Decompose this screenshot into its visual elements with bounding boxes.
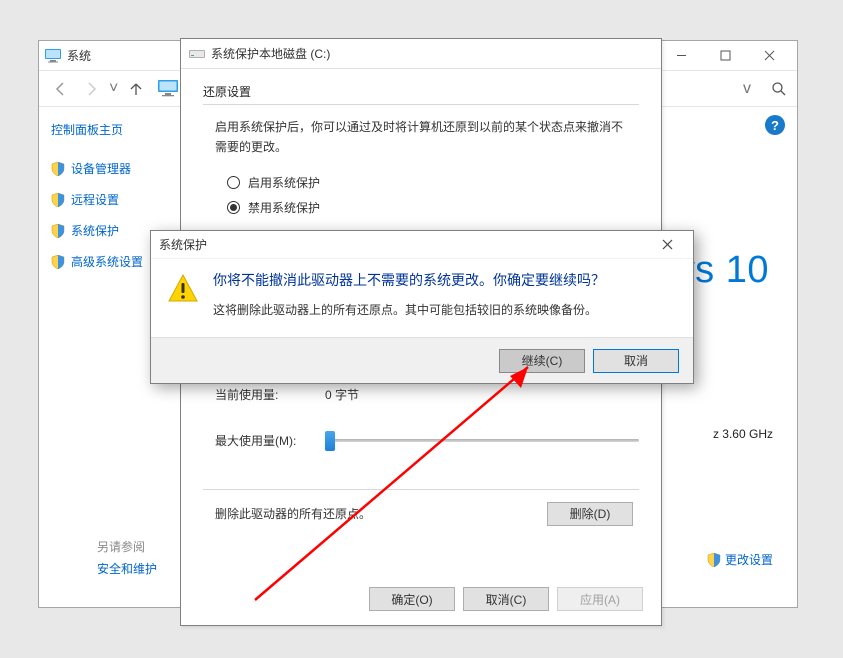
ok-button[interactable]: 确定(O) [369, 587, 455, 611]
minimize-button[interactable] [659, 42, 703, 70]
continue-button[interactable]: 继续(C) [499, 349, 585, 373]
close-button[interactable] [747, 42, 791, 70]
delete-button[interactable]: 删除(D) [547, 502, 633, 526]
radio-label: 启用系统保护 [248, 174, 320, 191]
restore-desc: 启用系统保护后，你可以通过及时将计算机还原到以前的某个状态点来撤消不需要的更改。 [203, 117, 639, 170]
cancel-button[interactable]: 取消(C) [463, 587, 549, 611]
shield-icon [51, 193, 65, 207]
see-also-label: 另请参阅 [97, 538, 145, 555]
section-divider [203, 104, 639, 105]
close-button[interactable] [649, 233, 685, 257]
props-button-row: 确定(O) 取消(C) 应用(A) [369, 587, 643, 611]
nav-up-button[interactable] [124, 77, 148, 101]
shield-icon [51, 162, 65, 176]
shield-icon [51, 224, 65, 238]
current-usage-value: 0 字节 [325, 386, 359, 403]
delete-row: 删除此驱动器的所有还原点。 删除(D) [203, 502, 639, 526]
radio-disable-protection[interactable]: 禁用系统保护 [203, 195, 639, 220]
shield-icon [51, 255, 65, 269]
help-icon[interactable]: ? [765, 115, 785, 135]
disk-icon [189, 47, 205, 61]
radio-icon [227, 176, 240, 189]
confirm-titlebar: 系统保护 [151, 231, 693, 259]
confirm-heading: 你将不能撤消此驱动器上不需要的系统更改。你确定要继续吗？ [213, 271, 605, 291]
search-icon[interactable] [771, 81, 787, 97]
maximize-button[interactable] [703, 42, 747, 70]
sidebar-item-label: 系统保护 [71, 222, 119, 239]
warning-icon [167, 273, 199, 305]
cpu-speed-text: z 3.60 GHz [713, 427, 773, 441]
confirm-dialog: 系统保护 你将不能撤消此驱动器上不需要的系统更改。你确定要继续吗？ 这将删除此驱… [150, 230, 694, 384]
addr-monitor-icon [158, 80, 178, 98]
current-usage-label: 当前使用量: [215, 386, 305, 403]
section-divider [203, 489, 639, 490]
nav-forward-button[interactable] [79, 77, 103, 101]
shield-icon [707, 553, 721, 567]
sidebar-item-label: 高级系统设置 [71, 253, 143, 270]
sidebar-item-device-manager[interactable]: 设备管理器 [51, 160, 187, 177]
slider-track [325, 439, 639, 442]
confirm-title: 系统保护 [159, 236, 649, 253]
confirm-subtext: 这将删除此驱动器上的所有还原点。其中可能包括较旧的系统映像备份。 [213, 301, 605, 318]
delete-desc: 删除此驱动器的所有还原点。 [215, 505, 371, 522]
recent-dropdown[interactable]: ˅ [109, 80, 118, 98]
security-maintenance-link[interactable]: 安全和维护 [97, 560, 157, 577]
radio-icon [227, 201, 240, 214]
radio-enable-protection[interactable]: 启用系统保护 [203, 170, 639, 195]
max-usage-row: 最大使用量(M): [203, 423, 639, 459]
radio-label: 禁用系统保护 [248, 199, 320, 216]
change-settings-label: 更改设置 [725, 551, 773, 568]
confirm-body: 你将不能撤消此驱动器上不需要的系统更改。你确定要继续吗？ 这将删除此驱动器上的所… [151, 259, 693, 337]
window-controls [659, 42, 791, 70]
props-titlebar: 系统保护本地磁盘 (C:) [181, 39, 661, 69]
sidebar-item-label: 设备管理器 [71, 160, 131, 177]
addr-dropdown[interactable]: v [743, 80, 751, 98]
max-usage-slider[interactable] [325, 429, 639, 453]
confirm-button-row: 继续(C) 取消 [151, 337, 693, 383]
confirm-text-group: 你将不能撤消此驱动器上不需要的系统更改。你确定要继续吗？ 这将删除此驱动器上的所… [213, 271, 605, 329]
sidebar-item-remote-settings[interactable]: 远程设置 [51, 191, 187, 208]
max-usage-label: 最大使用量(M): [215, 432, 305, 449]
change-settings-link[interactable]: 更改设置 [707, 551, 773, 568]
sidebar-item-label: 远程设置 [71, 191, 119, 208]
cancel-button[interactable]: 取消 [593, 349, 679, 373]
control-panel-home-link[interactable]: 控制面板主页 [51, 121, 187, 138]
slider-thumb[interactable] [325, 431, 335, 451]
apply-button[interactable]: 应用(A) [557, 587, 643, 611]
props-title: 系统保护本地磁盘 (C:) [211, 45, 653, 62]
monitor-icon [45, 49, 61, 63]
restore-section-title: 还原设置 [203, 83, 639, 100]
nav-back-button[interactable] [49, 77, 73, 101]
current-usage-row: 当前使用量: 0 字节 [203, 380, 639, 409]
